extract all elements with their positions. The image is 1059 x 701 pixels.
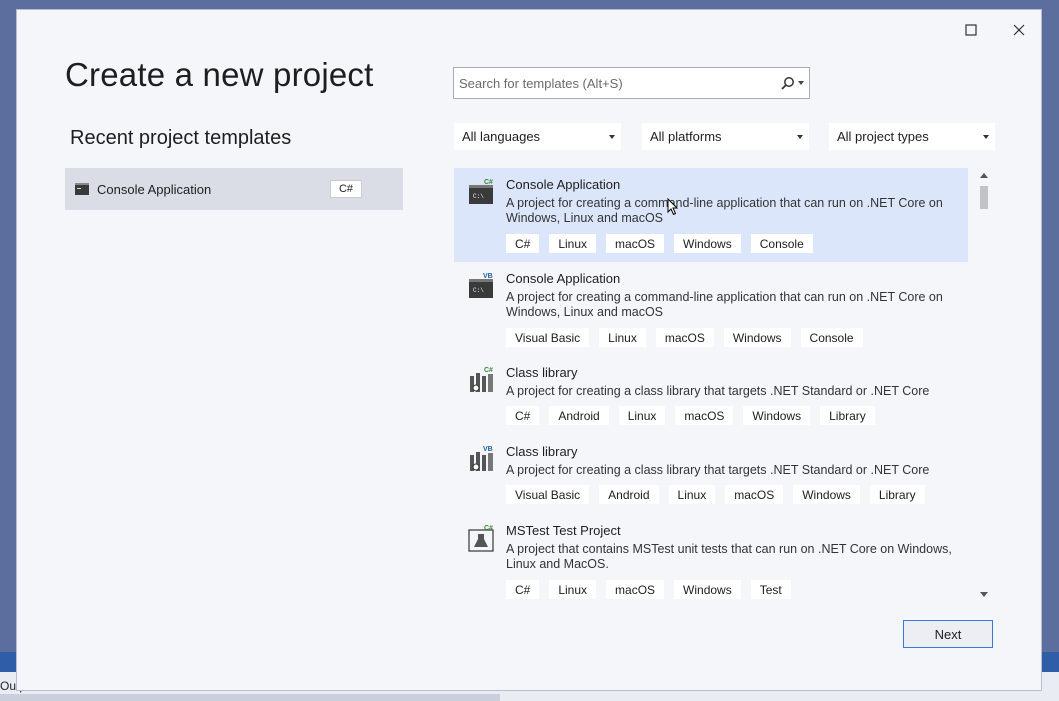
- language-filter[interactable]: All languages: [454, 123, 621, 150]
- class-library-icon: C#: [470, 367, 493, 392]
- template-tag: macOS: [725, 485, 784, 504]
- recent-template-label: Console Application: [97, 181, 212, 197]
- maximize-button[interactable]: [956, 18, 986, 42]
- template-tag: Visual Basic: [506, 328, 590, 347]
- next-button[interactable]: Next: [903, 620, 993, 648]
- template-tags: Visual Basic Linux macOS Windows Console: [506, 328, 873, 347]
- template-list: C:\ C# Console Application A project for…: [454, 168, 968, 602]
- template-tag: macOS: [675, 406, 734, 425]
- platform-filter-value: All platforms: [650, 129, 722, 144]
- template-lang-badge: C#: [484, 367, 493, 374]
- template-tag: Windows: [674, 234, 741, 253]
- template-tag: C#: [506, 580, 540, 599]
- template-list-scrollbar[interactable]: [977, 168, 991, 602]
- template-tag: Visual Basic: [506, 485, 590, 504]
- scroll-down-icon[interactable]: [980, 592, 988, 597]
- console-app-icon: [75, 183, 89, 195]
- template-description: A project for creating a class library t…: [506, 384, 930, 398]
- template-tag: Linux: [549, 580, 597, 599]
- template-tag: Windows: [723, 328, 791, 347]
- template-tags: C# Linux macOS Windows Test: [506, 580, 801, 599]
- template-tag: Console: [750, 234, 813, 253]
- page-title: Create a new project: [65, 56, 374, 93]
- template-name: MSTest Test Project: [506, 523, 621, 538]
- template-tag: Linux: [668, 485, 716, 504]
- maximize-icon: [965, 24, 977, 36]
- template-lang-badge: VB: [483, 446, 493, 453]
- project-type-filter-value: All project types: [837, 129, 929, 144]
- close-icon: [1013, 24, 1025, 36]
- template-tag: Library: [820, 406, 875, 425]
- mouse-pointer-icon: [667, 198, 679, 216]
- template-tag: Windows: [674, 580, 741, 599]
- template-name: Class library: [506, 444, 578, 459]
- template-tag: Library: [869, 485, 925, 504]
- template-lang-badge: VB: [483, 273, 493, 280]
- template-tag: Test: [750, 580, 791, 599]
- template-item-class-library-csharp[interactable]: C# Class library A project for creating …: [454, 356, 968, 435]
- search-input[interactable]: [459, 75, 769, 91]
- chevron-down-icon: [797, 135, 803, 139]
- template-description: A project for creating a command-line ap…: [506, 290, 943, 319]
- close-button[interactable]: [1004, 18, 1034, 42]
- search-options-dropdown-icon[interactable]: [798, 81, 804, 85]
- template-name: Console Application: [506, 177, 621, 192]
- svg-text:C:\: C:\: [473, 287, 484, 294]
- template-lang-badge: C#: [484, 525, 493, 532]
- svg-text:C:\: C:\: [473, 193, 484, 200]
- scroll-up-icon[interactable]: [980, 173, 988, 178]
- template-description: A project for creating a command-line ap…: [506, 196, 943, 225]
- scrollbar-thumb[interactable]: [980, 186, 988, 209]
- template-tags: C# Android Linux macOS Windows Library: [506, 406, 885, 425]
- template-tags: Visual Basic Android Linux macOS Windows…: [506, 485, 935, 504]
- template-tag: Linux: [599, 328, 646, 347]
- create-project-dialog: Create a new project Recent project temp…: [16, 9, 1042, 691]
- template-item-mstest-csharp[interactable]: C# MSTest Test Project A project that co…: [454, 514, 968, 602]
- template-tag: C#: [506, 234, 540, 253]
- template-name: Console Application: [506, 271, 621, 286]
- ide-output-line: [0, 694, 500, 701]
- template-tag: C#: [506, 406, 540, 425]
- chevron-down-icon: [983, 135, 989, 139]
- template-tag: Linux: [618, 406, 666, 425]
- template-description: A project for creating a class library t…: [506, 463, 930, 477]
- template-tag: Android: [599, 485, 659, 504]
- recent-templates-heading: Recent project templates: [70, 127, 292, 149]
- project-type-filter[interactable]: All project types: [829, 123, 995, 150]
- template-tags: C# Linux macOS Windows Console: [506, 234, 823, 253]
- template-item-console-csharp[interactable]: C:\ C# Console Application A project for…: [454, 168, 968, 262]
- template-item-class-library-vb[interactable]: VB Class library A project for creating …: [454, 435, 968, 514]
- template-tag: Windows: [793, 485, 860, 504]
- template-tag: Android: [549, 406, 609, 425]
- language-filter-value: All languages: [462, 129, 541, 144]
- recent-template-item[interactable]: Console Application C#: [65, 168, 403, 210]
- console-app-icon: C:\ VB: [469, 273, 493, 298]
- template-tag: Console: [800, 328, 863, 347]
- template-description: A project that contains MSTest unit test…: [506, 542, 952, 571]
- template-tag: macOS: [606, 234, 665, 253]
- template-tag: macOS: [606, 580, 665, 599]
- console-app-icon: C:\ C#: [469, 179, 493, 204]
- template-item-console-vb[interactable]: C:\ VB Console Application A project for…: [454, 262, 968, 356]
- chevron-down-icon: [609, 135, 615, 139]
- template-tag: Linux: [549, 234, 597, 253]
- template-search[interactable]: [453, 67, 810, 99]
- flask-icon: C#: [468, 525, 494, 552]
- class-library-icon: VB: [470, 446, 493, 471]
- platform-filter[interactable]: All platforms: [642, 123, 809, 150]
- recent-template-language-badge: C#: [330, 180, 362, 198]
- template-tag: macOS: [655, 328, 714, 347]
- search-icon[interactable]: [781, 76, 795, 90]
- template-tag: Windows: [743, 406, 811, 425]
- template-name: Class library: [506, 365, 578, 380]
- template-lang-badge: C#: [484, 179, 493, 186]
